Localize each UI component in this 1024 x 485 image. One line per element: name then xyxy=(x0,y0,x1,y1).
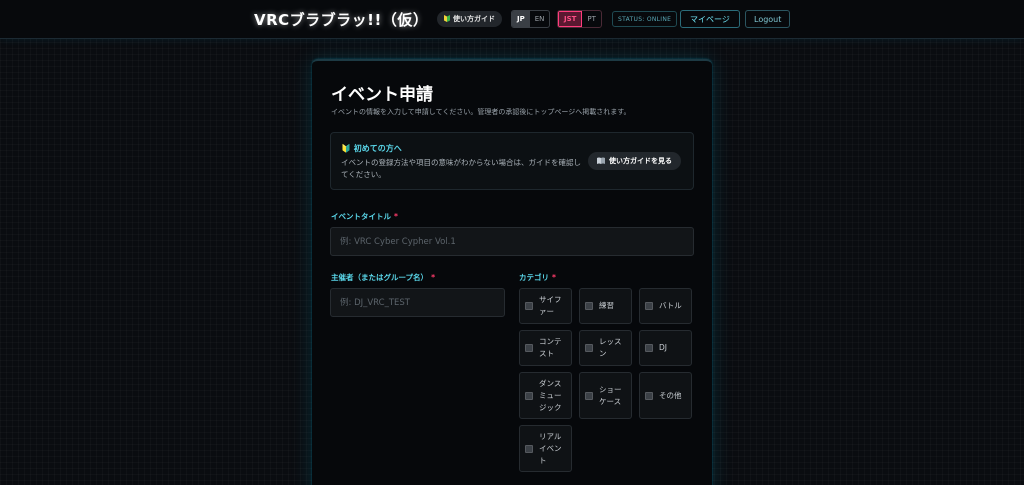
lang-en-option[interactable]: EN xyxy=(530,11,550,27)
required-mark: * xyxy=(431,273,435,282)
logout-button[interactable]: Logout xyxy=(745,10,791,28)
category-label-text: カテゴリ xyxy=(519,273,549,282)
mypage-button[interactable]: マイページ xyxy=(680,10,740,28)
category-checkbox[interactable] xyxy=(645,344,653,352)
organizer-label: 主催者（またはグループ名） * xyxy=(331,272,435,283)
category-checkbox[interactable] xyxy=(585,391,593,400)
notice-title: 🔰 初めての方へ xyxy=(341,144,402,153)
category-option-label: ダンスミュージック xyxy=(539,378,562,412)
category-checkbox[interactable] xyxy=(585,302,593,310)
organizer-label-text: 主催者（またはグループ名） xyxy=(331,273,429,282)
page-title: イベント申請 xyxy=(331,85,433,105)
category-checkbox[interactable] xyxy=(585,344,593,352)
guide-button-label: 使い方ガイド xyxy=(453,15,495,23)
timezone-switcher: JST PT xyxy=(557,10,602,28)
category-option-battle[interactable]: バトル xyxy=(639,288,692,324)
category-option-other[interactable]: その他 xyxy=(639,372,692,419)
category-option-label: レッスン xyxy=(599,337,622,358)
lang-jp-option[interactable]: JP xyxy=(512,11,530,27)
required-mark: * xyxy=(394,212,398,221)
first-time-notice: 🔰 初めての方へ イベントの登録方法や項目の意味がわからない場合は、ガイドを確認… xyxy=(330,132,694,190)
category-option-contest[interactable]: コンテスト xyxy=(519,330,572,366)
required-mark: * xyxy=(552,273,556,282)
view-guide-button-label: 使い方ガイドを見る xyxy=(609,157,672,165)
category-option-showcase[interactable]: ショーケース xyxy=(579,372,632,419)
category-option-label: ショーケース xyxy=(599,384,622,406)
category-checkbox[interactable] xyxy=(525,344,533,352)
category-option-cypher[interactable]: サイファー xyxy=(519,288,572,324)
category-checkbox[interactable] xyxy=(525,444,533,453)
book-icon xyxy=(597,157,605,166)
category-label: カテゴリ * xyxy=(519,272,556,283)
guide-button[interactable]: 使い方ガイド xyxy=(437,11,502,27)
organizer-input[interactable] xyxy=(330,288,505,317)
category-checkbox[interactable] xyxy=(645,391,653,400)
event-title-label-text: イベントタイトル xyxy=(331,212,391,221)
beginner-leaf-icon xyxy=(444,14,450,24)
category-option-label: コンテスト xyxy=(539,337,562,358)
category-option-label: 練習 xyxy=(599,301,614,310)
category-option-label: リアルイベント xyxy=(539,431,562,465)
category-checkbox[interactable] xyxy=(525,302,533,310)
page-subtitle: イベントの情報を入力して申請してください。管理者の承認後にトップページへ掲載され… xyxy=(331,108,631,116)
site-logo[interactable]: VRCブラブラッ!!（仮） xyxy=(254,9,428,30)
category-options: サイファー 練習 バトル コンテスト レッスン DJ ダンスミュージック ショー… xyxy=(519,288,692,472)
event-application-card: イベント申請 イベントの情報を入力して申請してください。管理者の承認後にトップペ… xyxy=(312,59,712,485)
category-checkbox[interactable] xyxy=(525,391,533,400)
top-navbar: VRCブラブラッ!!（仮） 使い方ガイド JP EN JST PT STATUS… xyxy=(0,0,1024,39)
tz-pt-option[interactable]: PT xyxy=(582,11,601,27)
notice-body: イベントの登録方法や項目の意味がわからない場合は、ガイドを確認してください。 xyxy=(341,158,581,179)
view-guide-button[interactable]: 使い方ガイドを見る xyxy=(588,152,681,170)
status-badge: STATUS: ONLINE xyxy=(612,11,678,27)
category-option-dance-music[interactable]: ダンスミュージック xyxy=(519,372,572,419)
category-option-label: DJ xyxy=(659,343,667,352)
event-title-input[interactable] xyxy=(330,227,694,256)
category-option-real-event[interactable]: リアルイベント xyxy=(519,425,572,472)
tz-jst-option[interactable]: JST xyxy=(558,11,583,27)
event-title-label: イベントタイトル * xyxy=(331,211,398,222)
category-option-label: サイファー xyxy=(539,295,562,316)
language-switcher: JP EN xyxy=(511,10,551,28)
category-option-lesson[interactable]: レッスン xyxy=(579,330,632,366)
category-option-dj[interactable]: DJ xyxy=(639,330,692,366)
category-option-label: バトル xyxy=(659,301,682,310)
category-option-label: その他 xyxy=(659,390,682,400)
category-checkbox[interactable] xyxy=(645,302,653,310)
category-option-practice[interactable]: 練習 xyxy=(579,288,632,324)
